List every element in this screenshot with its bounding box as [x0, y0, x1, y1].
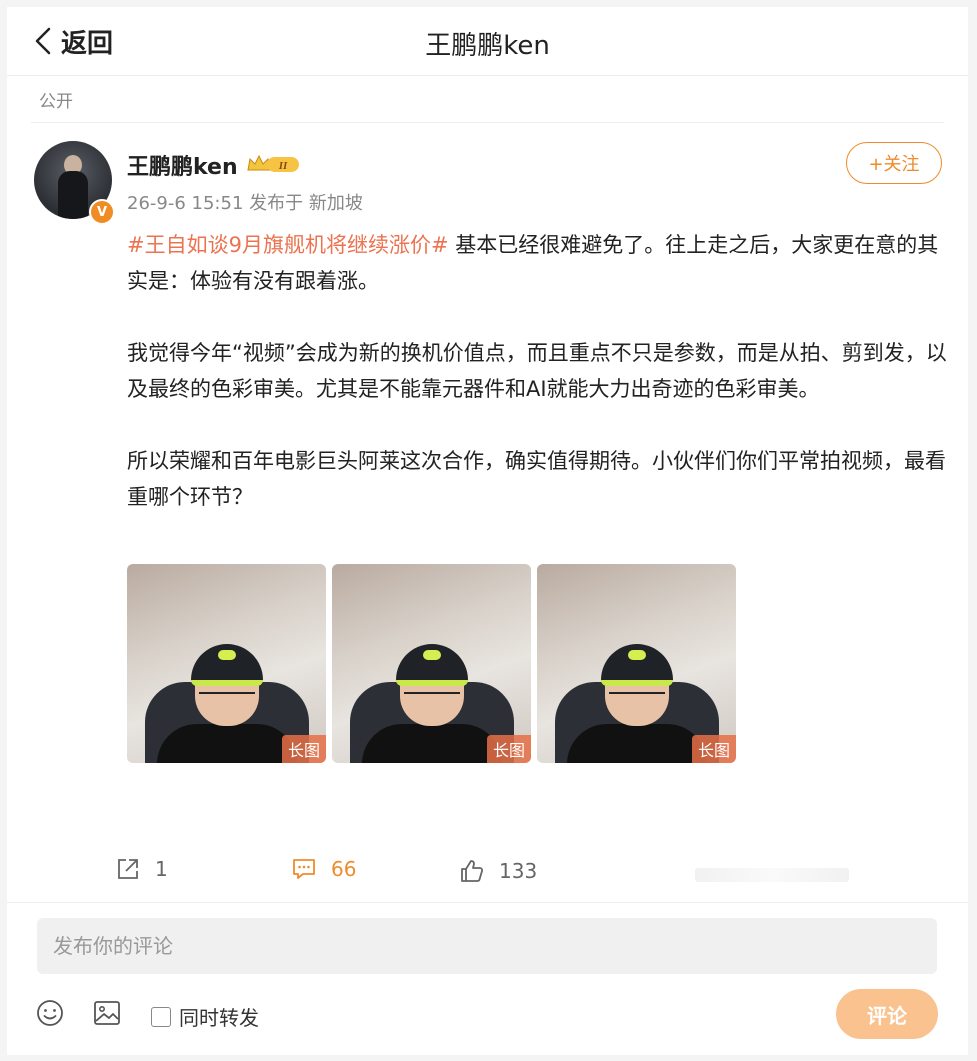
post-image-2[interactable]: 长图 — [332, 564, 531, 763]
repost-checkbox[interactable]: 同时转发 — [151, 1002, 259, 1031]
avatar-figure-body — [58, 171, 88, 219]
post-body: #王自如谈9月旗舰机将继续涨价# 基本已经很难避免了。往上走之后，大家更在意的其… — [127, 227, 947, 551]
image-shirt — [362, 724, 502, 763]
top-bar: 返回 王鹏鹏ken — [7, 7, 968, 76]
page-title: 王鹏鹏ken — [425, 31, 550, 61]
post-timestamp: 26-9-6 15:51 — [127, 193, 244, 214]
thumbs-up-icon — [461, 860, 484, 882]
post-paragraph-2: 我觉得今年“视频”会成为新的换机价值点，而且重点不只是参数，而是从拍、剪到发，以… — [127, 341, 947, 401]
image-cap-badge — [628, 650, 646, 660]
post-image-3[interactable]: 长图 — [537, 564, 736, 763]
share-count: 1 — [155, 857, 168, 881]
share-icon — [118, 859, 138, 879]
follow-button[interactable]: +关注 — [846, 142, 942, 184]
like-button[interactable]: 133 — [459, 858, 537, 884]
post-image-1[interactable]: 长图 — [127, 564, 326, 763]
image-glasses — [404, 682, 460, 694]
verified-badge-icon: V — [89, 199, 115, 225]
action-bar: 1 66 133 — [7, 852, 968, 892]
divider — [31, 122, 944, 123]
post-location: 发布于 新加坡 — [249, 193, 363, 214]
long-image-tag: 长图 — [281, 735, 326, 763]
image-cap-badge — [218, 650, 236, 660]
comment-button[interactable]: 66 — [291, 856, 356, 882]
image-shirt — [157, 724, 297, 763]
comment-count: 66 — [331, 857, 357, 881]
like-count: 133 — [499, 859, 538, 883]
comment-composer: 同时转发 评论 — [7, 902, 968, 1056]
long-image-tag: 长图 — [691, 735, 736, 763]
author-name[interactable]: 王鹏鹏ken — [127, 149, 238, 181]
post-meta: 26-9-6 15:51 发布于 新加坡 — [127, 189, 363, 215]
post-paragraph-1: #王自如谈9月旗舰机将继续涨价# 基本已经很难避免了。往上走之后，大家更在意的其… — [127, 227, 947, 299]
comment-icon — [293, 859, 315, 879]
vip-level-text: II — [278, 160, 288, 172]
image-grid: 长图 长图 长图 — [127, 564, 736, 763]
image-cap-badge — [423, 650, 441, 660]
comment-input[interactable] — [37, 918, 937, 974]
visibility-label: 公开 — [39, 92, 73, 112]
blurred-region — [695, 868, 849, 882]
post-detail-card: 返回 王鹏鹏ken 公开 V 王鹏鹏ken II 26-9-6 15:51 发布… — [7, 7, 968, 1055]
image-upload-icon[interactable] — [92, 998, 122, 1028]
emoji-icon[interactable] — [35, 998, 65, 1028]
repost-label: 同时转发 — [179, 1006, 259, 1030]
image-glasses — [609, 682, 665, 694]
image-shirt — [567, 724, 707, 763]
post-paragraph-3: 所以荣耀和百年电影巨头阿莱这次合作，确实值得期待。小伙伴们你们平常拍视频，最看重… — [127, 449, 946, 509]
image-glasses — [199, 682, 255, 694]
checkbox-box[interactable] — [151, 1006, 171, 1027]
long-image-tag: 长图 — [486, 735, 531, 763]
share-button[interactable]: 1 — [115, 856, 168, 882]
vip-crown-icon[interactable]: II — [245, 153, 301, 175]
hashtag-link[interactable]: #王自如谈9月旗舰机将继续涨价# — [127, 233, 449, 257]
submit-comment-button[interactable]: 评论 — [836, 989, 938, 1039]
